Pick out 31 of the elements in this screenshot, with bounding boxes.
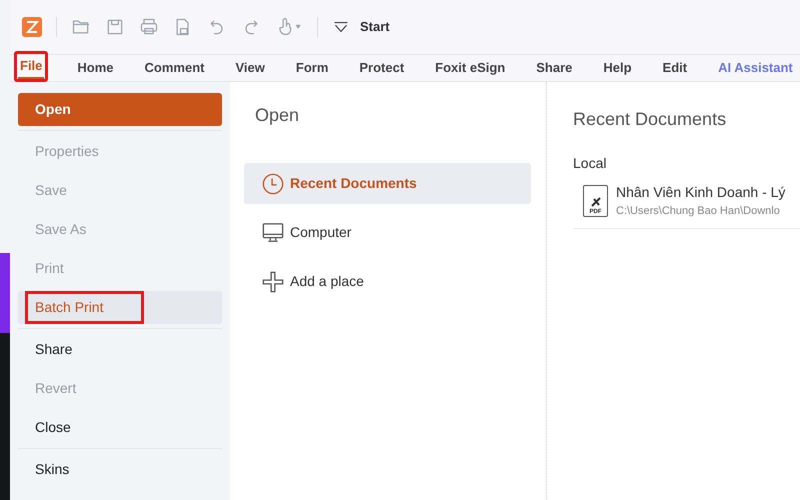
- document-path: C:\Users\Chung Bao Han\Downlo: [616, 204, 781, 219]
- place-item[interactable]: Computer: [244, 212, 531, 253]
- start-label[interactable]: Start: [360, 17, 390, 37]
- monitor-icon: [262, 222, 284, 244]
- panel-title: Open: [254, 104, 300, 127]
- ribbon-tab[interactable]: Comment: [142, 56, 206, 81]
- clock-icon: [262, 172, 284, 194]
- file-menu-item[interactable]: Share: [18, 333, 222, 366]
- ribbon-tab[interactable]: Share: [534, 56, 574, 81]
- place-item[interactable]: Recent Documents: [244, 163, 531, 204]
- panel-title: Recent Documents: [573, 108, 728, 131]
- ribbon-tab[interactable]: Help: [601, 56, 634, 81]
- plus-icon: [262, 270, 284, 292]
- place-item[interactable]: Add a place: [244, 261, 531, 302]
- ribbon-tab[interactable]: Edit: [660, 56, 690, 81]
- file-menu-item[interactable]: Open: [18, 93, 222, 126]
- section-label: Local: [573, 154, 608, 173]
- print-icon[interactable]: [139, 17, 159, 37]
- ribbon-tab[interactable]: View: [233, 56, 267, 81]
- ribbon-tab[interactable]: Home: [75, 56, 116, 81]
- file-menu-item[interactable]: Close: [18, 411, 222, 444]
- ribbon-tab[interactable]: File: [18, 54, 44, 79]
- document-name: Nhân Viên Kinh Doanh - Lý: [616, 183, 786, 202]
- ribbon-tab[interactable]: AI Assistant: [716, 56, 795, 81]
- file-menu-item[interactable]: Batch Print: [18, 291, 222, 324]
- save-icon[interactable]: [105, 17, 125, 37]
- ribbon-tab[interactable]: Foxit eSign: [433, 56, 508, 81]
- file-menu-item[interactable]: Skins: [18, 453, 222, 486]
- ribbon-tab[interactable]: Form: [294, 56, 330, 81]
- ribbon-tab[interactable]: Protect: [357, 56, 406, 81]
- app-logo-icon: [22, 17, 42, 37]
